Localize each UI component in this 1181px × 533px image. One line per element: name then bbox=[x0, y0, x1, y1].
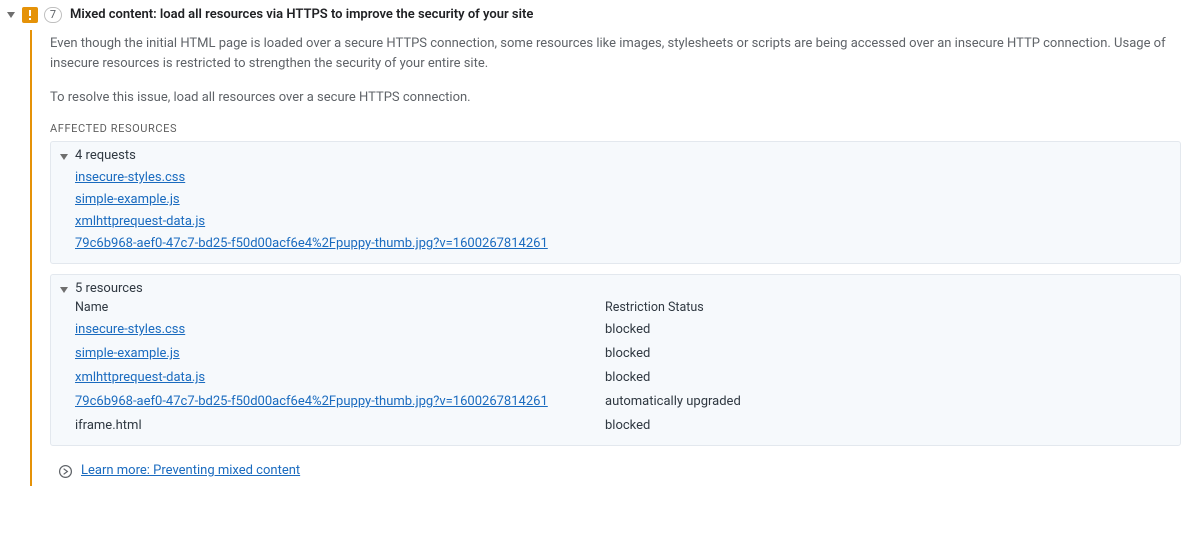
restriction-status: blocked bbox=[605, 343, 1172, 365]
resources-panel-header[interactable]: 5 resources bbox=[59, 281, 1172, 296]
column-header-name: Name bbox=[75, 300, 605, 317]
chevron-down-icon bbox=[59, 284, 69, 294]
request-link[interactable]: simple-example.js bbox=[75, 192, 180, 207]
request-link[interactable]: insecure-styles.css bbox=[75, 170, 185, 185]
disclosure-triangle-icon[interactable] bbox=[6, 10, 16, 20]
issue-description: Even though the initial HTML page is loa… bbox=[50, 34, 1181, 108]
restriction-status: automatically upgraded bbox=[605, 391, 1172, 413]
requests-list: insecure-styles.css simple-example.js xm… bbox=[59, 167, 1172, 255]
resource-link[interactable]: xmlhttprequest-data.js bbox=[75, 370, 205, 385]
column-header-status: Restriction Status bbox=[605, 300, 1172, 317]
request-link[interactable]: 79c6b968-aef0-47c7-bd25-f50d00acf6e4%2Fp… bbox=[75, 236, 548, 251]
affected-resources-label: AFFECTED RESOURCES bbox=[50, 122, 1181, 135]
requests-panel-header[interactable]: 4 requests bbox=[59, 148, 1172, 163]
resources-count-label: 5 resources bbox=[75, 281, 143, 296]
resources-panel: 5 resources Name Restriction Status inse… bbox=[50, 274, 1181, 446]
issue-description-p1: Even though the initial HTML page is loa… bbox=[50, 34, 1181, 74]
resource-link[interactable]: insecure-styles.css bbox=[75, 322, 185, 337]
chevron-down-icon bbox=[59, 151, 69, 161]
learn-more-row: Learn more: Preventing mixed content bbox=[50, 460, 1181, 482]
warning-icon bbox=[22, 7, 38, 23]
arrow-right-circle-icon bbox=[58, 464, 73, 479]
issue-detail: Even though the initial HTML page is loa… bbox=[30, 30, 1181, 486]
resource-link[interactable]: 79c6b968-aef0-47c7-bd25-f50d00acf6e4%2Fp… bbox=[75, 394, 548, 409]
resource-name: iframe.html bbox=[75, 415, 605, 437]
resources-table: Name Restriction Status insecure-styles.… bbox=[59, 300, 1172, 437]
issue-count-badge: 7 bbox=[44, 7, 62, 23]
restriction-status: blocked bbox=[605, 319, 1172, 341]
request-link[interactable]: xmlhttprequest-data.js bbox=[75, 214, 205, 229]
restriction-status: blocked bbox=[605, 367, 1172, 389]
issue-description-p2: To resolve this issue, load all resource… bbox=[50, 88, 1181, 108]
learn-more-link[interactable]: Learn more: Preventing mixed content bbox=[81, 460, 300, 482]
issue-header-row: 7 Mixed content: load all resources via … bbox=[0, 0, 1181, 30]
resource-link[interactable]: simple-example.js bbox=[75, 346, 180, 361]
issue-title: Mixed content: load all resources via HT… bbox=[70, 6, 533, 24]
requests-panel: 4 requests insecure-styles.css simple-ex… bbox=[50, 141, 1181, 264]
restriction-status: blocked bbox=[605, 415, 1172, 437]
requests-count-label: 4 requests bbox=[75, 148, 136, 163]
